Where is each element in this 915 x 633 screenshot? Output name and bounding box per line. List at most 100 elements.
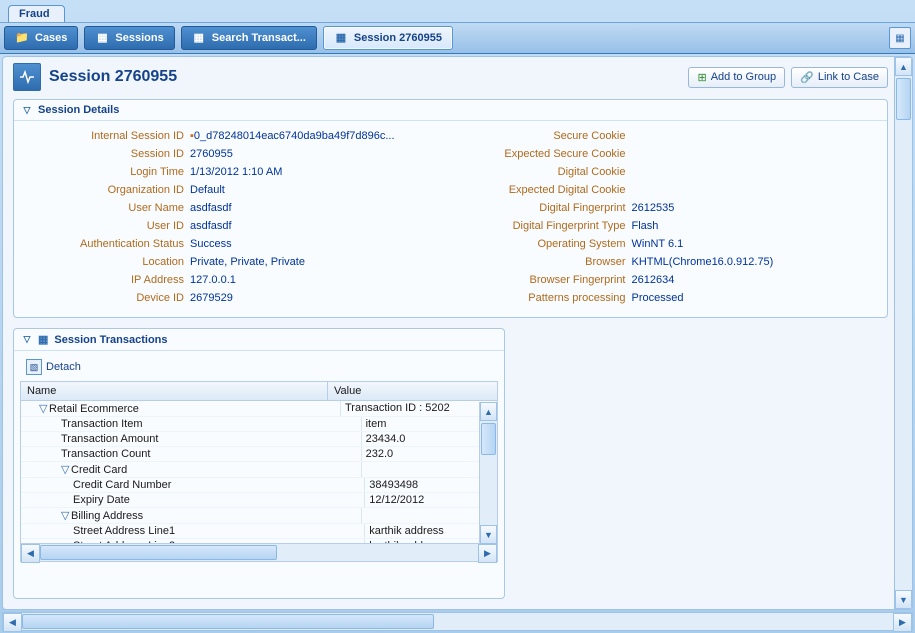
field-label: Location [24,254,190,270]
table-row[interactable]: Street Address Line2karthik address [21,539,497,543]
tree-cell-name: ▽Billing Address [21,508,362,523]
field-label: Digital Cookie [466,164,632,180]
field-value: 1/13/2012 1:10 AM [190,164,282,180]
field-label: Secure Cookie [466,128,632,144]
table-row[interactable]: ▽Credit Card [21,462,497,478]
button-label: Detach [46,361,81,373]
scroll-up-button[interactable]: ▲ [895,57,912,76]
field-label: Digital Fingerprint [466,200,632,216]
session-transactions-panel: ▽ ▦ Session Transactions ▧ Detach Name [13,328,505,599]
nav-label: Session 2760955 [354,32,442,44]
tree-cell-name: Transaction Amount [21,432,362,446]
cell-value: item [362,417,497,431]
field-value: Private, Private, Private [190,254,305,270]
activity-icon [13,63,41,91]
tree-cell-name: ▽Credit Card [21,462,362,477]
page-title-text: Session 2760955 [49,68,177,86]
cell-value [362,508,497,523]
table-row[interactable]: ▽Retail EcommerceTransaction ID : 5202 [21,401,497,417]
column-header-value[interactable]: Value [328,382,468,400]
scroll-up-button[interactable]: ▲ [480,402,497,421]
nav-label: Cases [35,32,67,44]
scrollbar-track[interactable] [434,613,893,630]
tree-cell-name: Street Address Line1 [21,524,365,538]
group-icon: ⊞ [697,71,706,84]
field-label: User ID [24,218,190,234]
tree-toggle-icon[interactable]: ▽ [61,509,71,522]
panel-title: Session Details [38,104,119,116]
cell-value: 38493498 [365,478,497,492]
field-value: WinNT 6.1 [632,236,684,252]
table-row[interactable]: Credit Card Number38493498 [21,478,497,493]
column-header-name[interactable]: Name [21,382,328,400]
nav-tab-search-transactions[interactable]: ▦ Search Transact... [181,26,317,50]
collapse-toggle[interactable]: ▽ [22,105,32,115]
table-row[interactable]: Transaction Count232.0 [21,447,497,462]
nav-tab-cases[interactable]: 📁 Cases [4,26,78,50]
scroll-left-button[interactable]: ◀ [3,613,22,632]
link-to-case-button[interactable]: 🔗 Link to Case [791,67,888,88]
scroll-down-button[interactable]: ▼ [480,525,497,544]
tree-cell-name: Credit Card Number [21,478,365,492]
grid-icon: ▦ [192,31,206,45]
detach-button[interactable]: ▧ Detach [26,359,81,375]
scrollbar-thumb[interactable] [896,78,911,120]
scrollbar-thumb[interactable] [40,545,277,560]
nav-tab-session-detail[interactable]: ▦ Session 2760955 [323,26,453,50]
tree-cell-name: Transaction Item [21,417,362,431]
scrollbar-thumb[interactable] [481,423,496,455]
detach-icon: ▧ [26,359,42,375]
cell-value: 12/12/2012 [365,493,497,507]
cell-value: karthik address [365,524,497,538]
field-value: 2612634 [632,272,675,288]
scroll-right-button[interactable]: ▶ [478,544,497,563]
field-value: 127.0.0.1 [190,272,236,288]
field-value: asdfasdf [190,200,232,216]
scrollbar-thumb[interactable] [22,614,434,629]
field-label: Digital Fingerprint Type [466,218,632,234]
field-label: Session ID [24,146,190,162]
scroll-right-button[interactable]: ▶ [893,613,912,632]
field-value: Default [190,182,225,198]
scroll-left-button[interactable]: ◀ [21,544,40,563]
field-value: asdfasdf [190,218,232,234]
nav-menu-button[interactable]: ▦ [889,27,911,49]
field-label: Device ID [24,290,190,306]
add-to-group-button[interactable]: ⊞ Add to Group [688,67,785,88]
collapse-toggle[interactable]: ▽ [22,335,32,345]
field-label: Login Time [24,164,190,180]
tree-cell-name: ▽Retail Ecommerce [21,401,341,416]
field-label: Expected Secure Cookie [466,146,632,162]
session-details-panel: ▽ Session Details Internal Session ID▪0_… [13,99,888,318]
nav-strip: 📁 Cases ▦ Sessions ▦ Search Transact... … [0,22,915,54]
nav-label: Sessions [115,32,163,44]
field-value: KHTML(Chrome16.0.912.75) [632,254,774,270]
field-value: ▪0_d78248014eac6740da9ba49f7d896c... [190,128,395,144]
tree-toggle-icon[interactable]: ▽ [61,463,71,476]
cell-value: karthik address [365,539,497,543]
table-row[interactable]: Street Address Line1karthik address [21,524,497,539]
tree-toggle-icon[interactable]: ▽ [39,402,49,415]
scroll-down-button[interactable]: ▼ [895,590,912,609]
field-label: Operating System [466,236,632,252]
link-icon: 🔗 [800,71,814,84]
field-label: Organization ID [24,182,190,198]
table-row[interactable]: Transaction Itemitem [21,417,497,432]
grid-icon: ▦ [334,31,348,45]
cell-value: 232.0 [362,447,497,461]
tree-cell-name: Expiry Date [21,493,365,507]
field-label: Browser Fingerprint [466,272,632,288]
app-tab-fraud[interactable]: Fraud [8,5,65,22]
field-value: 2679529 [190,290,233,306]
field-value: Flash [632,218,659,234]
table-row[interactable]: ▽Billing Address [21,508,497,524]
scrollbar-track[interactable] [895,76,912,590]
table-row[interactable]: Expiry Date12/12/2012 [21,493,497,508]
page-title: Session 2760955 [13,63,177,91]
scrollbar-track[interactable] [277,544,478,561]
button-label: Link to Case [818,71,879,83]
nav-tab-sessions[interactable]: ▦ Sessions [84,26,174,50]
tree-cell-name: Transaction Count [21,447,362,461]
scrollbar-track[interactable] [480,421,497,525]
table-row[interactable]: Transaction Amount23434.0 [21,432,497,447]
